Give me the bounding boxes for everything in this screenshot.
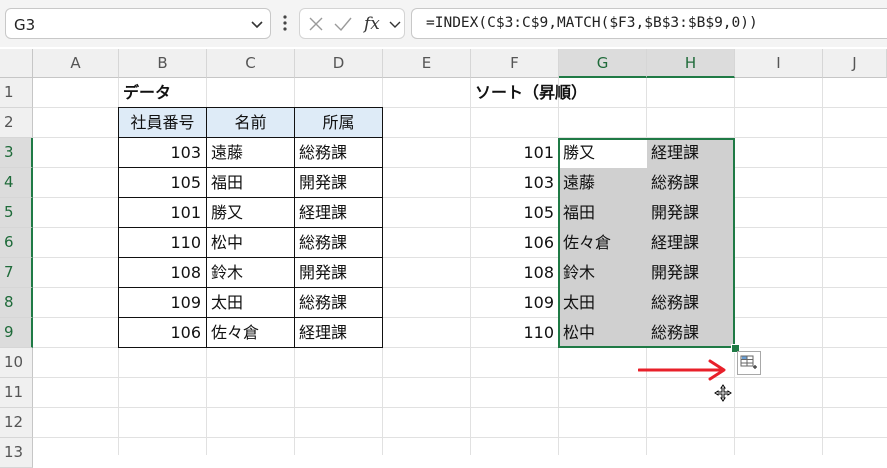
source-cell-name[interactable]: 福田 [206, 167, 295, 198]
row-header-5[interactable]: 5 [0, 198, 33, 228]
sorted-cell-dept[interactable]: 総務課 [647, 318, 733, 348]
sorted-cell-name[interactable]: 太田 [559, 288, 647, 318]
formula-controls: fx [299, 8, 405, 39]
column-header-a[interactable]: A [33, 49, 119, 78]
source-table-title: データ [123, 83, 172, 102]
column-header-b[interactable]: B [119, 49, 207, 78]
source-cell-dept[interactable]: 総務課 [294, 287, 383, 318]
sorted-cell-dept[interactable]: 総務課 [647, 168, 733, 198]
row-header-6[interactable]: 6 [0, 228, 33, 258]
move-cursor-icon [714, 384, 732, 402]
fx-icon[interactable]: fx [363, 13, 387, 35]
red-arrow-icon [638, 359, 726, 381]
source-cell-id[interactable]: 103 [118, 137, 207, 168]
sorted-cell-id[interactable]: 110 [471, 318, 559, 348]
check-icon[interactable] [333, 15, 353, 33]
column-header-c[interactable]: C [207, 49, 295, 78]
autofill-options-icon [740, 355, 757, 369]
autofill-options-button[interactable] [737, 351, 761, 375]
row-header-7[interactable]: 7 [0, 258, 33, 288]
source-cell-name[interactable]: 松中 [206, 227, 295, 258]
row-header-10[interactable]: 10 [0, 348, 33, 378]
sorted-cell-dept[interactable]: 開発課 [647, 198, 733, 228]
source-cell-dept[interactable]: 経理課 [294, 197, 383, 228]
column-header-i[interactable]: I [735, 49, 823, 78]
sorted-cell-id[interactable]: 101 [471, 138, 559, 168]
row-header-8[interactable]: 8 [0, 288, 33, 318]
sorted-cell-name[interactable]: 鈴木 [559, 258, 647, 288]
source-cell-id[interactable]: 106 [118, 317, 207, 348]
source-cell-name[interactable]: 佐々倉 [206, 317, 295, 348]
formula-input[interactable]: =INDEX(C$3:C$9,MATCH($F3,$B$3:$B$9,0)) [411, 8, 887, 39]
name-box-value: G3 [14, 16, 36, 34]
source-cell-id[interactable]: 101 [118, 197, 207, 228]
sorted-cell-dept[interactable]: 経理課 [647, 138, 733, 168]
sorted-cell-dept[interactable]: 開発課 [647, 258, 733, 288]
sorted-table-title: ソート（昇順） [475, 83, 588, 102]
sorted-cell-name-active[interactable]: 勝又 [559, 138, 647, 168]
chevron-down-icon[interactable] [388, 15, 402, 33]
row-header-12[interactable]: 12 [0, 408, 33, 438]
sorted-cell-name[interactable]: 遠藤 [559, 168, 647, 198]
source-header-dept[interactable]: 所属 [294, 107, 383, 138]
source-cell-dept[interactable]: 開発課 [294, 257, 383, 288]
select-all-corner[interactable] [0, 49, 33, 78]
column-header-j[interactable]: J [823, 49, 887, 78]
sorted-cell-id[interactable]: 106 [471, 228, 559, 258]
column-header-e[interactable]: E [383, 49, 471, 78]
source-header-id[interactable]: 社員番号 [118, 107, 207, 138]
sorted-cell-name[interactable]: 福田 [559, 198, 647, 228]
source-cell-dept[interactable]: 開発課 [294, 167, 383, 198]
sorted-cell-id[interactable]: 109 [471, 288, 559, 318]
sorted-cell-dept[interactable]: 総務課 [647, 288, 733, 318]
cancel-x-icon[interactable] [307, 15, 325, 33]
row-header-4[interactable]: 4 [0, 168, 33, 198]
column-header-d[interactable]: D [295, 49, 383, 78]
row-header-13[interactable]: 13 [0, 438, 33, 468]
chevron-down-icon[interactable] [250, 15, 264, 33]
sorted-cell-id[interactable]: 108 [471, 258, 559, 288]
row-header-3[interactable]: 3 [0, 138, 33, 168]
sorted-cell-name[interactable]: 佐々倉 [559, 228, 647, 258]
source-cell-dept[interactable]: 総務課 [294, 227, 383, 258]
sorted-cell-id[interactable]: 103 [471, 168, 559, 198]
source-cell-dept[interactable]: 経理課 [294, 317, 383, 348]
formula-text: =INDEX(C$3:C$9,MATCH($F3,$B$3:$B$9,0)) [426, 15, 758, 31]
sorted-cell-dept[interactable]: 経理課 [647, 228, 733, 258]
more-vertical-icon[interactable] [280, 12, 290, 34]
formula-bar: G3 fx =INDEX(C$3:C$9,MATCH($F3,$B$3:$B$9… [0, 0, 887, 47]
sorted-cell-id[interactable]: 105 [471, 198, 559, 228]
source-cell-id[interactable]: 110 [118, 227, 207, 258]
svg-text:fx: fx [363, 14, 380, 34]
row-header-1[interactable]: 1 [0, 78, 33, 108]
row-header-11[interactable]: 11 [0, 378, 33, 408]
source-header-name[interactable]: 名前 [206, 107, 295, 138]
source-cell-id[interactable]: 108 [118, 257, 207, 288]
source-cell-id[interactable]: 105 [118, 167, 207, 198]
name-box[interactable]: G3 [5, 8, 271, 39]
source-cell-name[interactable]: 遠藤 [206, 137, 295, 168]
source-cell-dept[interactable]: 総務課 [294, 137, 383, 168]
source-cell-name[interactable]: 鈴木 [206, 257, 295, 288]
column-header-g[interactable]: G [559, 49, 647, 78]
source-cell-name[interactable]: 勝又 [206, 197, 295, 228]
column-header-h[interactable]: H [647, 49, 735, 78]
sorted-cell-name[interactable]: 松中 [559, 318, 647, 348]
source-cell-name[interactable]: 太田 [206, 287, 295, 318]
source-cell-id[interactable]: 109 [118, 287, 207, 318]
row-header-9[interactable]: 9 [0, 318, 33, 348]
row-header-2[interactable]: 2 [0, 108, 33, 138]
column-header-f[interactable]: F [471, 49, 559, 78]
